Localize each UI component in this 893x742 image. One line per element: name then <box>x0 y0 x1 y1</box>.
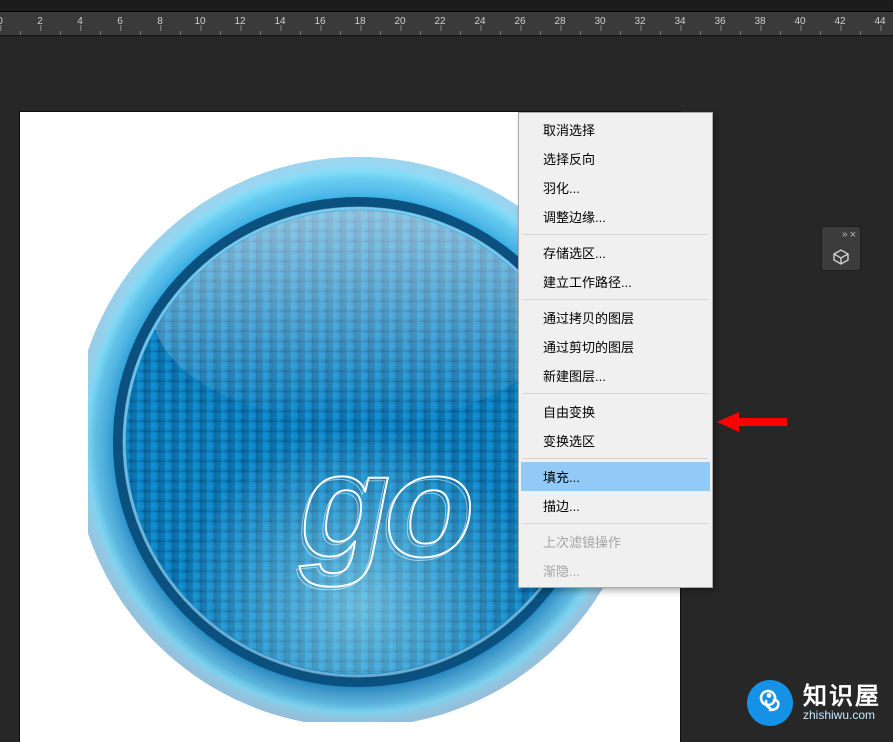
ruler-tick: 10 <box>194 16 205 27</box>
context-menu[interactable]: 取消选择选择反向羽化...调整边缘... 存储选区...建立工作路径... 通过拷贝… <box>518 112 713 588</box>
watermark-title: 知识屋 <box>803 684 881 709</box>
ruler-tick: 44 <box>874 16 885 27</box>
ruler-tick: 38 <box>754 16 765 27</box>
canvas-text-value: go <box>300 423 469 588</box>
menu-item-new-layer[interactable]: 新建图层... <box>521 361 710 390</box>
ruler-tick: 36 <box>714 16 725 27</box>
ruler-tick: 32 <box>634 16 645 27</box>
horizontal-ruler: 0246810121416182022242628303234363840424… <box>0 12 893 36</box>
ruler-tick: 14 <box>274 16 285 27</box>
menu-item-transform-sel[interactable]: 变换选区 <box>521 426 710 455</box>
ruler-tick: 28 <box>554 16 565 27</box>
ruler-tick: 4 <box>77 16 83 27</box>
menu-separator <box>523 299 708 300</box>
ruler-tick: 20 <box>394 16 405 27</box>
close-panel-icon[interactable]: × <box>850 229 856 241</box>
menu-separator <box>523 393 708 394</box>
ruler-tick: 8 <box>157 16 163 27</box>
watermark-badge <box>747 680 793 726</box>
menu-item-layer-cut[interactable]: 通过剪切的图层 <box>521 332 710 361</box>
ruler-tick: 22 <box>434 16 445 27</box>
menu-item-fade: 渐隐... <box>521 556 710 585</box>
ruler-tick: 0 <box>0 16 3 27</box>
menu-item-last-filter: 上次滤镜操作 <box>521 527 710 556</box>
watermark: 知识屋 zhishiwu.com <box>747 680 881 726</box>
ruler-tick: 24 <box>474 16 485 27</box>
ruler-tick: 26 <box>514 16 525 27</box>
menu-separator <box>523 523 708 524</box>
menu-item-save-sel[interactable]: 存储选区... <box>521 238 710 267</box>
menu-item-fill[interactable]: 填充... <box>521 462 710 491</box>
menu-item-deselect[interactable]: 取消选择 <box>521 115 710 144</box>
menu-item-stroke[interactable]: 描边... <box>521 491 710 520</box>
ruler-tick: 30 <box>594 16 605 27</box>
ruler-tick: 2 <box>37 16 43 27</box>
option-bar <box>0 0 893 12</box>
ruler-tick: 42 <box>834 16 845 27</box>
menu-item-feather[interactable]: 羽化... <box>521 173 710 202</box>
collapsed-panel[interactable]: » × <box>821 226 861 271</box>
canvas-text-go: go <box>300 432 469 580</box>
watermark-subtitle: zhishiwu.com <box>803 709 881 722</box>
ruler-tick: 18 <box>354 16 365 27</box>
ruler-tick: 40 <box>794 16 805 27</box>
menu-separator <box>523 458 708 459</box>
ruler-tick: 6 <box>117 16 123 27</box>
menu-item-inverse[interactable]: 选择反向 <box>521 144 710 173</box>
menu-separator <box>523 234 708 235</box>
menu-item-free-transform[interactable]: 自由变换 <box>521 397 710 426</box>
menu-item-refine-edge[interactable]: 调整边缘... <box>521 202 710 231</box>
ruler-tick: 16 <box>314 16 325 27</box>
annotation-arrow <box>717 410 787 436</box>
ruler-tick: 12 <box>234 16 245 27</box>
ruler-tick: 34 <box>674 16 685 27</box>
expand-panel-icon[interactable]: » <box>842 229 846 240</box>
3d-panel-icon[interactable] <box>831 247 851 265</box>
menu-item-layer-copy[interactable]: 通过拷贝的图层 <box>521 303 710 332</box>
menu-item-make-path[interactable]: 建立工作路径... <box>521 267 710 296</box>
